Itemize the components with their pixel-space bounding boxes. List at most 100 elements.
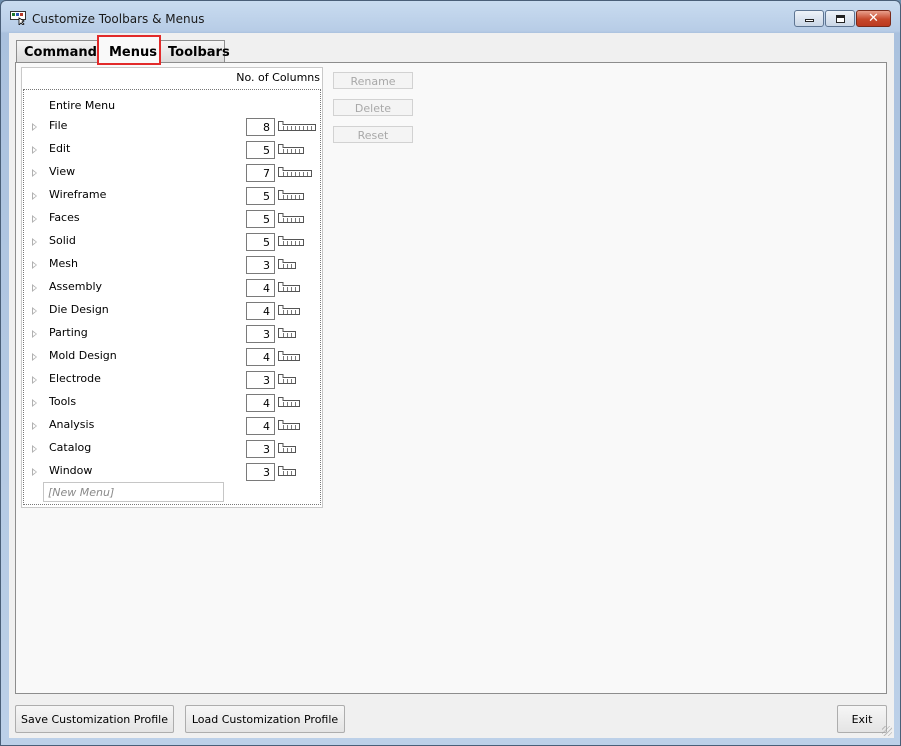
- columns-icon: [278, 351, 300, 361]
- tab-commands[interactable]: Commands: [16, 40, 105, 62]
- menu-row[interactable]: File 8: [24, 118, 320, 138]
- expand-arrow-icon[interactable]: [32, 445, 37, 453]
- columns-icon: [278, 397, 300, 407]
- expand-arrow-icon[interactable]: [32, 468, 37, 476]
- columns-icon: [278, 144, 304, 154]
- columns-count-field[interactable]: 5: [246, 233, 275, 251]
- menu-row[interactable]: Faces 5: [24, 210, 320, 230]
- columns-icon: [278, 443, 296, 453]
- dialog-client-area: Commands Toolbars Menus No. of Columns E…: [9, 33, 894, 738]
- columns-icon: [278, 328, 296, 338]
- expand-arrow-icon[interactable]: [32, 353, 37, 361]
- menu-tree[interactable]: No. of Columns Entire Menu File 8 Edit 5 Vie…: [21, 67, 323, 508]
- menu-row-label: Faces: [49, 211, 80, 224]
- expand-arrow-icon[interactable]: [32, 422, 37, 430]
- expand-arrow-icon[interactable]: [32, 399, 37, 407]
- delete-button[interactable]: Delete: [333, 99, 413, 116]
- resize-grip-icon[interactable]: [882, 726, 892, 736]
- menu-row[interactable]: Analysis 4: [24, 417, 320, 437]
- columns-count-field[interactable]: 4: [246, 394, 275, 412]
- reset-button[interactable]: Reset: [333, 126, 413, 143]
- columns-icon: [278, 374, 296, 384]
- menu-row[interactable]: Wireframe 5: [24, 187, 320, 207]
- columns-count-field[interactable]: 4: [246, 417, 275, 435]
- rename-button[interactable]: Rename: [333, 72, 413, 89]
- menu-row-label: Wireframe: [49, 188, 107, 201]
- menu-row-label: Tools: [49, 395, 77, 408]
- expand-arrow-icon[interactable]: [32, 376, 37, 384]
- minimize-button[interactable]: [794, 10, 824, 27]
- close-icon: ✕: [868, 11, 879, 26]
- columns-icon: [278, 236, 304, 246]
- maximize-icon: [835, 14, 845, 23]
- expand-arrow-icon[interactable]: [32, 146, 37, 154]
- expand-arrow-icon[interactable]: [32, 307, 37, 315]
- menu-row[interactable]: Parting 3: [24, 325, 320, 345]
- close-button[interactable]: ✕: [856, 10, 891, 27]
- menu-row-label: Analysis: [49, 418, 95, 431]
- new-menu-input[interactable]: [New Menu]: [43, 482, 224, 502]
- columns-icon: [278, 282, 300, 292]
- columns-count-field[interactable]: 5: [246, 187, 275, 205]
- menu-row-label: Window: [49, 464, 93, 477]
- expand-arrow-icon[interactable]: [32, 284, 37, 292]
- menu-row[interactable]: Electrode 3: [24, 371, 320, 391]
- expand-arrow-icon[interactable]: [32, 215, 37, 223]
- menu-row[interactable]: Mesh 3: [24, 256, 320, 276]
- expand-arrow-icon[interactable]: [32, 169, 37, 177]
- menu-row[interactable]: Die Design 4: [24, 302, 320, 322]
- entire-menu-node[interactable]: Entire Menu: [49, 99, 115, 112]
- menu-tree-focus-area: Entire Menu File 8 Edit 5 View 7 Wireframe 5 Fac…: [23, 89, 321, 505]
- load-profile-button[interactable]: Load Customization Profile: [185, 705, 345, 733]
- exit-button[interactable]: Exit: [837, 705, 887, 733]
- menu-row-label: Solid: [49, 234, 76, 247]
- expand-arrow-icon[interactable]: [32, 123, 37, 131]
- expand-arrow-icon[interactable]: [32, 330, 37, 338]
- tab-menus[interactable]: Menus: [97, 35, 161, 65]
- columns-count-field[interactable]: 7: [246, 164, 275, 182]
- app-icon: [10, 11, 26, 25]
- tab-toolbars[interactable]: Toolbars: [160, 40, 230, 62]
- expand-arrow-icon[interactable]: [32, 238, 37, 246]
- menu-row[interactable]: Edit 5: [24, 141, 320, 161]
- save-profile-button[interactable]: Save Customization Profile: [15, 705, 174, 733]
- menu-row-label: Edit: [49, 142, 71, 155]
- columns-icon: [278, 121, 316, 131]
- maximize-button[interactable]: [825, 10, 855, 27]
- menu-row[interactable]: Solid 5: [24, 233, 320, 253]
- menu-row[interactable]: View 7: [24, 164, 320, 184]
- columns-header: No. of Columns: [236, 71, 320, 84]
- columns-count-field[interactable]: 3: [246, 463, 275, 481]
- minimize-icon: [804, 19, 814, 22]
- menu-row-label: Mesh: [49, 257, 78, 270]
- columns-count-field[interactable]: 4: [246, 348, 275, 366]
- columns-icon: [278, 305, 300, 315]
- columns-icon: [278, 190, 304, 200]
- columns-icon: [278, 466, 296, 476]
- expand-arrow-icon[interactable]: [32, 261, 37, 269]
- columns-count-field[interactable]: 5: [246, 141, 275, 159]
- expand-arrow-icon[interactable]: [32, 192, 37, 200]
- menu-row[interactable]: Tools 4: [24, 394, 320, 414]
- menu-row[interactable]: Catalog 3: [24, 440, 320, 460]
- menu-row-label: Mold Design: [49, 349, 117, 362]
- columns-count-field[interactable]: 8: [246, 118, 275, 136]
- menu-row[interactable]: Mold Design 4: [24, 348, 320, 368]
- columns-icon: [278, 213, 304, 223]
- title-bar[interactable]: Customize Toolbars & Menus ✕: [1, 1, 900, 35]
- columns-icon: [278, 167, 312, 177]
- columns-count-field[interactable]: 3: [246, 256, 275, 274]
- menu-row[interactable]: Window 3: [24, 463, 320, 483]
- menus-tab-panel: No. of Columns Entire Menu File 8 Edit 5 Vie…: [15, 62, 887, 694]
- columns-icon: [278, 420, 300, 430]
- menu-row-label: Parting: [49, 326, 88, 339]
- columns-count-field[interactable]: 4: [246, 279, 275, 297]
- columns-count-field[interactable]: 5: [246, 210, 275, 228]
- columns-count-field[interactable]: 4: [246, 302, 275, 320]
- columns-count-field[interactable]: 3: [246, 325, 275, 343]
- columns-count-field[interactable]: 3: [246, 371, 275, 389]
- columns-icon: [278, 259, 296, 269]
- columns-count-field[interactable]: 3: [246, 440, 275, 458]
- menu-row[interactable]: Assembly 4: [24, 279, 320, 299]
- menu-row-label: File: [49, 119, 68, 132]
